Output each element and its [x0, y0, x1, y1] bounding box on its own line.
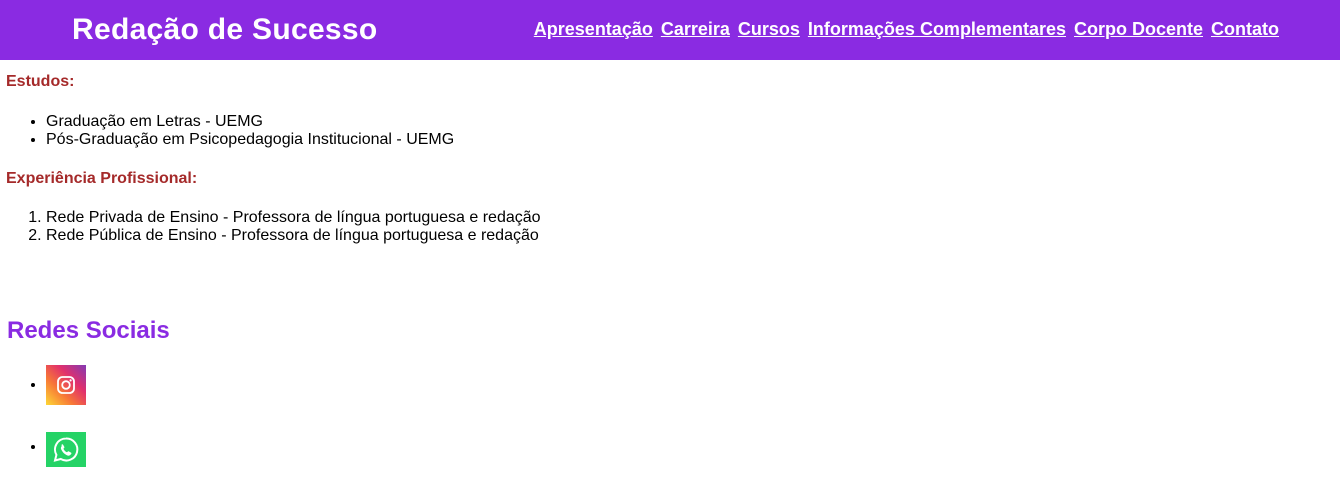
whatsapp-icon	[46, 432, 86, 467]
site-header: Redação de Sucesso Apresentação Carreira…	[0, 0, 1340, 60]
site-title: Redação de Sucesso	[72, 13, 378, 46]
nav-link-cursos[interactable]: Cursos	[738, 19, 800, 40]
instagram-link[interactable]	[46, 365, 86, 405]
studies-list: Graduação em Letras - UEMG Pós-Graduação…	[6, 113, 1334, 149]
nav-link-contato[interactable]: Contato	[1211, 19, 1279, 40]
experience-label: Experiência Profissional:	[6, 170, 198, 187]
social-link-item	[46, 427, 1334, 467]
social-heading: Redes Sociais	[7, 317, 170, 344]
experience-item: Rede Pública de Ensino - Professora de l…	[46, 227, 1334, 245]
studies-item: Graduação em Letras - UEMG	[46, 113, 1334, 131]
nav-link-carreira[interactable]: Carreira	[661, 19, 730, 40]
main-nav: Apresentação Carreira Cursos Informações…	[534, 19, 1279, 40]
studies-label: Estudos:	[6, 73, 75, 90]
nav-link-informacoes-complementares[interactable]: Informações Complementares	[808, 19, 1066, 40]
experience-list: Rede Privada de Ensino - Professora de l…	[6, 209, 1334, 245]
nav-link-corpo-docente[interactable]: Corpo Docente	[1074, 19, 1203, 40]
social-links-list	[6, 365, 1334, 467]
instagram-icon	[46, 365, 86, 405]
main-content: Estudos: Graduação em Letras - UEMG Pós-…	[0, 73, 1340, 467]
nav-link-apresentacao[interactable]: Apresentação	[534, 19, 653, 40]
experience-item: Rede Privada de Ensino - Professora de l…	[46, 209, 1334, 227]
studies-item: Pós-Graduação em Psicopedagogia Instituc…	[46, 131, 1334, 149]
social-link-item	[46, 365, 1334, 405]
whatsapp-link[interactable]	[46, 432, 86, 467]
